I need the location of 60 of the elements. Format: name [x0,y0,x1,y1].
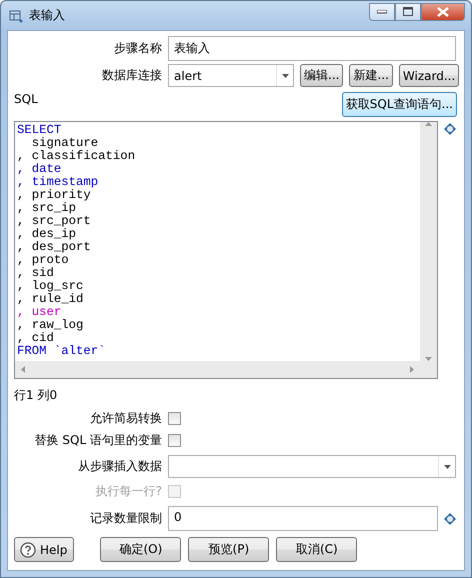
variable-icon[interactable] [444,512,456,524]
code-line: FROM `alter` [17,345,106,358]
scroll-up-icon[interactable] [425,122,432,126]
cursor-position: 行1 列0 [14,387,58,404]
help-icon [20,542,36,558]
ok-button[interactable]: 确定(O) [100,537,182,562]
minimize-button[interactable] [369,2,395,20]
code-line: , rule_id [17,293,84,306]
window-title: 表输入 [29,7,65,24]
field-label: 替换 SQL 语句里的变量 [34,432,162,449]
code-line: , date [17,163,62,176]
code-line: , cid [17,332,54,345]
field-label: 从步骤插入数据 [77,458,162,475]
code-line: , des_port [17,241,91,254]
step-dropdown[interactable] [168,455,456,478]
connection-dropdown[interactable]: alert [168,64,294,87]
checkbox[interactable] [168,412,181,425]
code-line: , raw_log [17,319,84,332]
limit-field[interactable]: 0 [168,506,438,531]
maximize-icon [403,7,413,16]
help-button[interactable]: Help [14,537,74,562]
code-line: signature [30,137,98,150]
wizard-button[interactable]: Wizard... [398,64,460,87]
field-label: 记录数量限制 [89,510,162,527]
field-label: 步骤名称 [113,40,162,57]
close-icon [437,6,449,16]
scroll-right-icon[interactable] [410,366,414,373]
caret-icon [444,464,450,468]
get-sql-button[interactable]: 获取SQL查询语句... [342,92,457,117]
code-line: , classification [17,150,136,163]
horizontal-scrollbar[interactable] [15,361,420,378]
code-line: , log_src [17,280,84,293]
minimize-icon [377,10,387,14]
sql-editor[interactable]: SELECT signature , classification , date , timestamp , priority , src_ip , src_port , des_ip , des_port , proto , sid , log_src , rule_id , user , raw_log , cid FROM `alter` [14,121,438,379]
code-line: , src_port [17,215,91,228]
table-icon [9,8,23,22]
sql-label: SQL [14,92,38,106]
cancel-button[interactable]: 取消(C) [276,537,358,562]
preview-button[interactable]: 预览(P) [188,537,270,562]
caret-icon [282,74,288,78]
scroll-left-icon[interactable] [21,366,25,373]
checkbox[interactable] [168,434,181,447]
new-button[interactable]: 新建... [349,64,393,87]
maximize-button[interactable] [395,2,421,20]
code-line: , timestamp [17,176,98,189]
code-line: , des_ip [17,228,76,241]
close-button[interactable] [421,2,465,20]
code-line: , proto [17,254,69,267]
step-name-field[interactable]: 表输入 [168,36,456,61]
field-label: 执行每一行? [94,483,162,500]
code-line: , sid [17,267,54,280]
variable-icon[interactable] [444,123,456,135]
code-line: , priority [17,189,91,202]
code-line: , src_ip [17,202,76,215]
field-label: 允许简易转换 [89,410,162,427]
field-label: 数据库连接 [101,67,162,84]
vertical-scrollbar[interactable] [420,122,437,361]
code-line: , user [17,306,62,319]
code-line: SELECT [17,124,62,137]
edit-button[interactable]: 编辑... [300,64,344,87]
